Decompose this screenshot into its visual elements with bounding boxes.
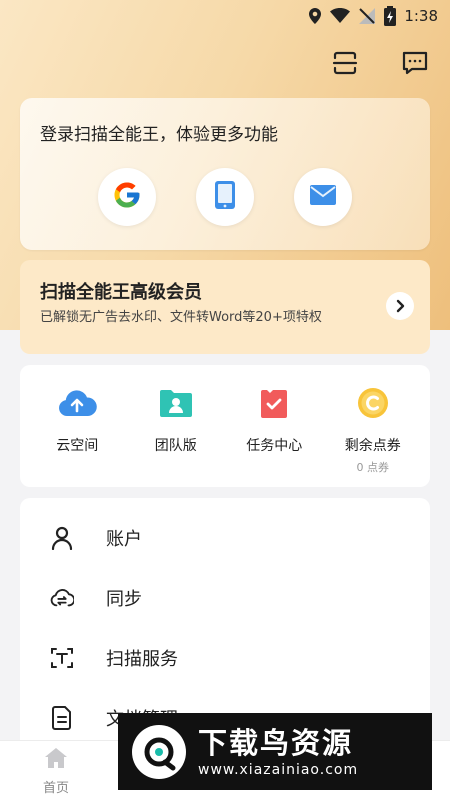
message-icon[interactable]: [400, 48, 430, 78]
site-watermark: 下载鸟资源 www.xiazainiao.com: [118, 713, 432, 790]
premium-title: 扫描全能王高级会员: [40, 282, 202, 303]
no-signal-icon: [358, 7, 376, 25]
phone-login-button[interactable]: [196, 168, 254, 226]
quick-actions-card: 云空间 团队版 任务中心 剩余点券 0 点券: [20, 365, 430, 487]
phone-icon: [214, 180, 236, 214]
premium-subtitle: 已解锁无广告去水印、文件转Word等20+项特权: [40, 310, 322, 325]
quick-item-team[interactable]: 团队版: [127, 365, 226, 487]
bird-logo-icon: [132, 724, 186, 779]
google-icon: [112, 180, 142, 214]
scan-icon[interactable]: [330, 48, 360, 78]
quick-label: 云空间: [56, 438, 99, 454]
quick-label: 团队版: [154, 438, 197, 454]
quick-label: 任务中心: [246, 438, 303, 454]
google-login-button[interactable]: [98, 168, 156, 226]
task-icon: [254, 385, 294, 421]
team-folder-icon: [156, 385, 196, 421]
premium-membership-card[interactable]: 扫描全能王高级会员 已解锁无广告去水印、文件转Word等20+项特权: [20, 260, 430, 354]
status-time: 1:38: [404, 7, 438, 25]
menu-item-scan-service[interactable]: 扫描服务: [20, 628, 430, 688]
watermark-title: 下载鸟资源: [198, 725, 354, 760]
login-card: 登录扫描全能王，体验更多功能: [20, 98, 430, 250]
scan-text-icon: [50, 646, 74, 670]
status-bar: 1:38: [0, 0, 450, 32]
menu-item-account[interactable]: 账户: [20, 508, 430, 568]
menu-label: 扫描服务: [106, 649, 178, 670]
menu-label: 同步: [106, 589, 142, 610]
nav-home-label: 首页: [42, 781, 69, 796]
document-icon: [50, 706, 74, 730]
quick-item-cloud-space[interactable]: 云空间: [28, 365, 127, 487]
coupon-icon: [353, 385, 393, 421]
chevron-right-icon[interactable]: [386, 292, 414, 320]
mail-icon: [309, 184, 337, 210]
login-prompt: 登录扫描全能王，体验更多功能: [40, 125, 278, 145]
quick-label: 剩余点券: [344, 438, 401, 454]
sync-cloud-icon: [50, 586, 74, 610]
coupon-count: 0 点券: [356, 461, 390, 474]
battery-charging-icon: [384, 6, 397, 26]
email-login-button[interactable]: [294, 168, 352, 226]
location-icon: [308, 7, 322, 25]
user-icon: [50, 526, 74, 550]
home-icon: [44, 747, 68, 773]
menu-item-sync[interactable]: 同步: [20, 568, 430, 628]
nav-home[interactable]: 首页: [30, 747, 82, 796]
wifi-icon: [330, 8, 351, 24]
quick-item-coupons[interactable]: 剩余点券 0 点券: [324, 365, 423, 487]
watermark-url: www.xiazainiao.com: [198, 761, 359, 778]
quick-item-task-center[interactable]: 任务中心: [225, 365, 324, 487]
menu-label: 账户: [106, 529, 142, 550]
cloud-upload-icon: [57, 385, 98, 421]
